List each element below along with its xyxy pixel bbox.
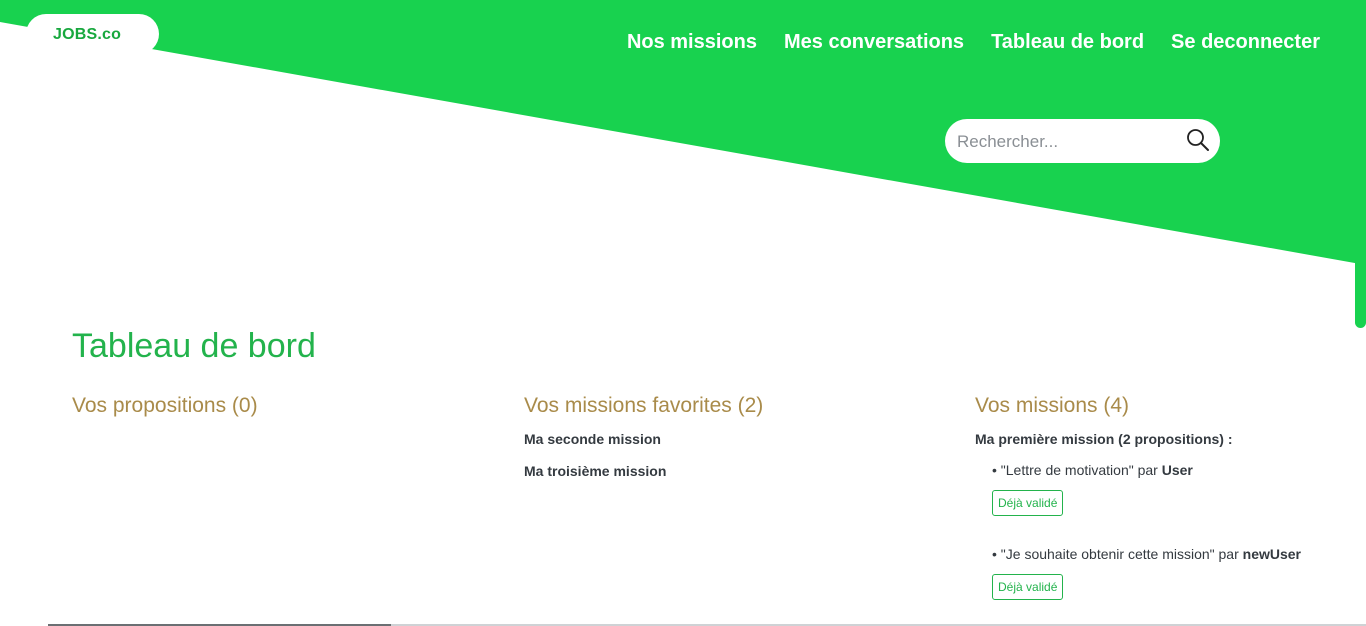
bullet: • <box>992 462 1001 478</box>
bullet: • <box>992 546 1001 562</box>
nav-link-logout[interactable]: Se deconnecter <box>1171 31 1320 54</box>
logo[interactable]: JOBS.co <box>26 14 159 54</box>
nav-link-conversations[interactable]: Mes conversations <box>784 31 964 54</box>
missions-heading: Vos missions (4) <box>975 394 1130 417</box>
proposal-item: • "Lettre de motivation" par User <box>992 462 1355 478</box>
validated-badge: Déjà validé <box>992 574 1064 600</box>
page-title: Tableau de bord <box>72 327 316 365</box>
scrollbar-thumb[interactable] <box>1355 0 1366 328</box>
missions-section: Vos missions (4) Ma première mission (2 … <box>975 394 1355 600</box>
page: JOBS.co Nos missions Mes conversations T… <box>0 0 1366 626</box>
favorites-section: Vos missions favorites (2) Ma seconde mi… <box>524 394 924 479</box>
mission-title[interactable]: Ma première mission (2 propositions) : <box>975 431 1355 447</box>
logo-text: JOBS.co <box>53 26 122 43</box>
propositions-heading: Vos propositions (0) <box>72 394 258 417</box>
proposal-item: • "Je souhaite obtenir cette mission" pa… <box>992 546 1355 562</box>
proposal-text: "Je souhaite obtenir cette mission" par <box>1000 546 1243 562</box>
proposal-text: "Lettre de motivation" par <box>1000 462 1162 478</box>
nav-link-missions[interactable]: Nos missions <box>627 31 757 54</box>
search-icon[interactable] <box>1185 127 1211 153</box>
nav-link-dashboard[interactable]: Tableau de bord <box>991 31 1144 54</box>
proposal-user[interactable]: newUser <box>1243 546 1301 562</box>
favorite-mission-link[interactable]: Ma troisième mission <box>524 463 924 479</box>
validated-badge: Déjà validé <box>992 490 1064 516</box>
propositions-section: Vos propositions (0) <box>72 394 472 418</box>
search-input[interactable] <box>955 129 1179 155</box>
search-bar <box>945 119 1220 163</box>
main-nav: Nos missions Mes conversations Tableau d… <box>600 31 1320 54</box>
favorite-mission-link[interactable]: Ma seconde mission <box>524 431 924 447</box>
favorites-heading: Vos missions favorites (2) <box>524 394 764 417</box>
proposal-user[interactable]: User <box>1162 462 1193 478</box>
